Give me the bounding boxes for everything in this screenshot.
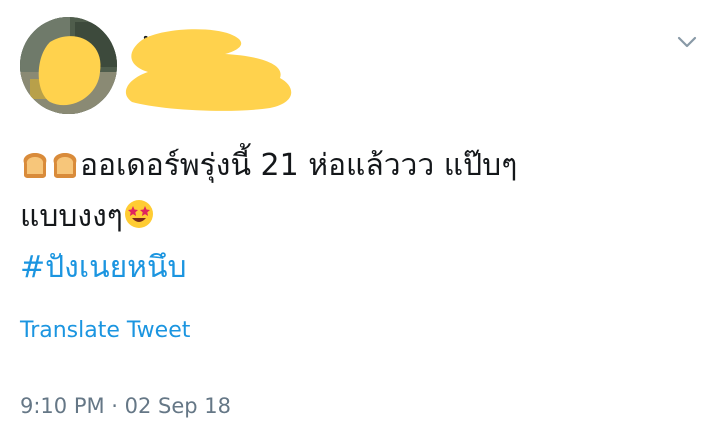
translate-tweet-link[interactable]: Translate Tweet <box>20 318 190 343</box>
tweet-card: ส้ม... ออเดอร์พรุ่งนี้ 21 ห่อแล้ววว แป๊บ… <box>0 0 715 437</box>
tweet-body-text-1: ออเดอร์พรุ่งนี้ 21 ห่อแล้ววว แป๊บๆ <box>80 148 518 183</box>
tweet-body-line-1: ออเดอร์พรุ่งนี้ 21 ห่อแล้ววว แป๊บๆ <box>20 142 690 193</box>
tweet-body-text-2: แบบงงๆ <box>20 199 123 234</box>
hashtag-link[interactable]: #ปังเนยหนึบ <box>20 244 690 291</box>
chevron-down-icon[interactable] <box>676 34 698 50</box>
star-struck-emoji <box>123 197 155 244</box>
redaction-mark <box>120 20 300 119</box>
tweet-body: ออเดอร์พรุ่งนี้ 21 ห่อแล้ววว แป๊บๆ แบบงง… <box>20 142 690 291</box>
bread-emoji <box>50 146 80 193</box>
bread-emoji <box>20 146 50 193</box>
avatar[interactable] <box>20 17 117 114</box>
tweet-body-line-2: แบบงงๆ <box>20 193 690 244</box>
avatar-image <box>20 17 117 114</box>
tweet-timestamp[interactable]: 9:10 PM · 02 Sep 18 <box>20 394 231 418</box>
